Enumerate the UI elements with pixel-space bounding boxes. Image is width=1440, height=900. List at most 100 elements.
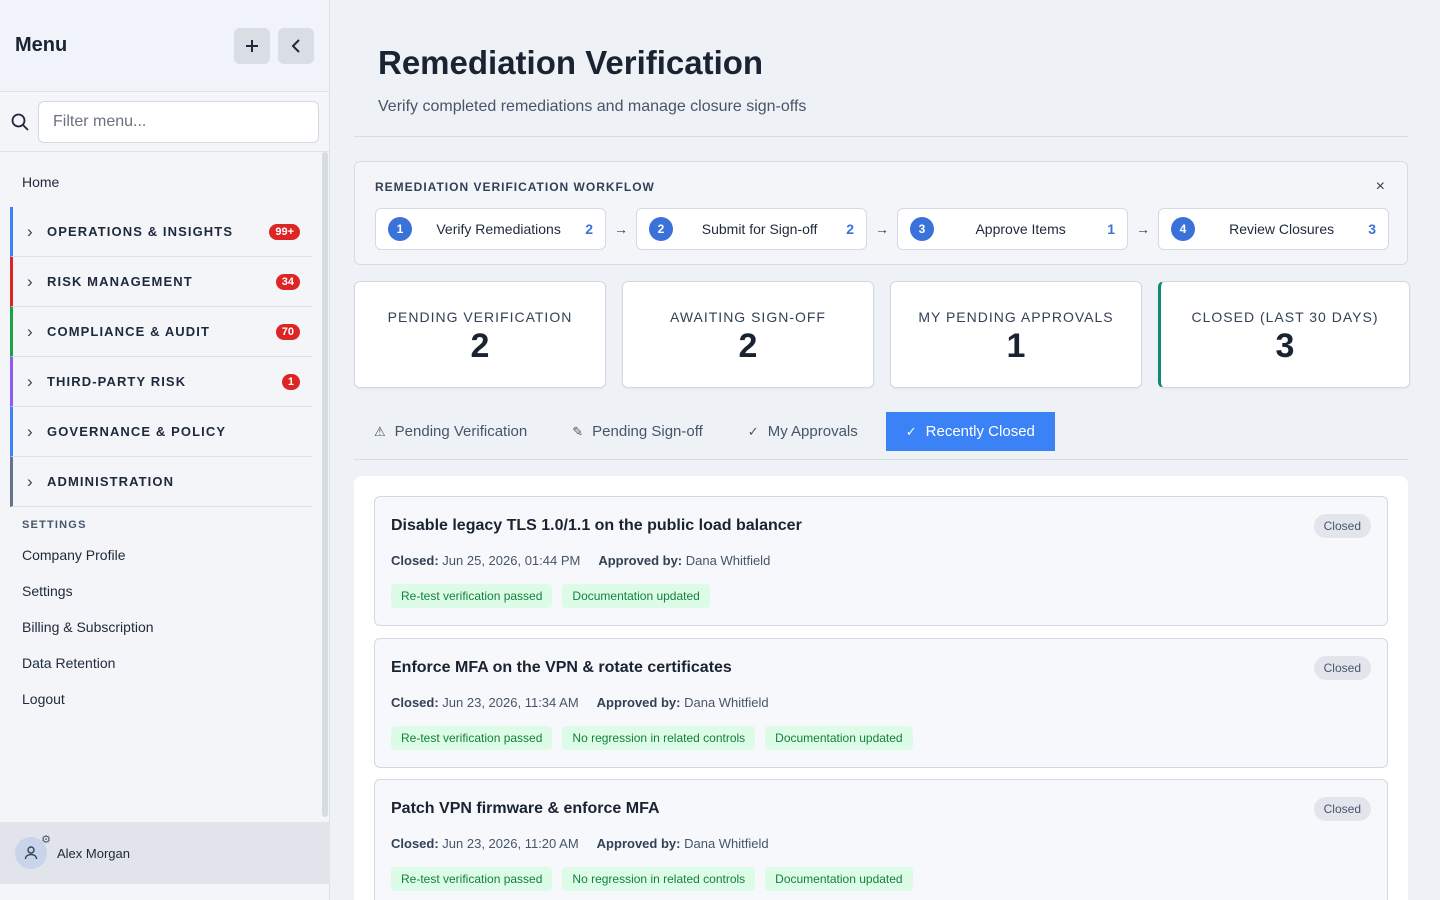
sidebar-title: Menu (15, 34, 68, 56)
closed-item-card[interactable]: Disable legacy TLS 1.0/1.1 on the public… (374, 496, 1388, 626)
tab-my-approvals[interactable]: ✓ My Approvals (728, 412, 878, 451)
verification-tag: Documentation updated (765, 867, 913, 891)
sidebar-item-home[interactable]: Home (0, 152, 330, 207)
check-icon: ✓ (747, 423, 759, 439)
verification-tag: No regression in related controls (562, 726, 756, 750)
item-meta: Closed: Jun 25, 2026, 01:44 PM Approved b… (391, 553, 770, 568)
sidebar-item-governance-policy[interactable]: › GOVERNANCE & POLICY (10, 407, 312, 457)
collapse-sidebar-button[interactable] (278, 27, 314, 64)
chevron-right-icon: › (27, 321, 33, 341)
settings-section-header: SETTINGS (22, 519, 87, 531)
chevron-right-icon: › (27, 271, 33, 291)
page-subtitle: Verify completed remediations and manage… (378, 98, 807, 115)
stat-value: 1 (1006, 327, 1026, 365)
tab-recently-closed[interactable]: ✓ Recently Closed (885, 412, 1055, 451)
pencil-icon: ✎ (572, 423, 584, 439)
sidebar-link-billing-subscription[interactable]: Billing & Subscription (0, 609, 330, 645)
tab-label: Recently Closed (925, 423, 1035, 440)
step-label: Verify Remediations (436, 221, 561, 237)
sidebar-item-third-party-risk[interactable]: › THIRD-PARTY RISK 1 (10, 357, 312, 407)
chevron-left-icon (291, 38, 300, 53)
step-number: 1 (388, 217, 412, 241)
status-badge: Closed (1313, 514, 1371, 538)
tab-pending-verification[interactable]: ⚠ Pending Verification (354, 412, 547, 451)
count-badge: 1 (281, 373, 300, 390)
sidebar-link-company-profile[interactable]: Company Profile (0, 537, 330, 573)
sidebar-item-risk-management[interactable]: › RISK MANAGEMENT 34 (10, 257, 312, 307)
plus-icon (246, 39, 258, 52)
warning-icon: ⚠ (374, 423, 386, 439)
add-button[interactable] (234, 27, 270, 64)
verification-tags: Re-test verification passed No regression… (391, 726, 923, 750)
item-title: Enforce MFA on the VPN & rotate certific… (391, 659, 732, 676)
filter-menu-input[interactable] (38, 100, 319, 143)
sidebar-item-administration[interactable]: › ADMINISTRATION (10, 457, 312, 507)
chevron-right-icon: › (27, 221, 33, 241)
closed-date: Jun 23, 2026, 11:34 AM (442, 695, 579, 710)
stat-card-closed-last-30-days[interactable]: CLOSED (LAST 30 DAYS) 3 (1158, 281, 1410, 388)
stat-card-my-pending-approvals[interactable]: MY PENDING APPROVALS 1 (890, 281, 1142, 388)
stat-value: 2 (470, 327, 490, 365)
closed-item-card[interactable]: Patch VPN firmware & enforce MFA Closed Cl… (374, 779, 1388, 900)
sidebar-item-operations-insights[interactable]: › OPERATIONS & INSIGHTS 99+ (10, 207, 312, 257)
sidebar-link-logout[interactable]: Logout (0, 681, 330, 717)
verification-tag: Documentation updated (765, 726, 913, 750)
tab-label: My Approvals (767, 423, 858, 440)
stat-value: 2 (738, 327, 758, 365)
step-count: 2 (846, 221, 854, 237)
tab-pending-sign-off[interactable]: ✎ Pending Sign-off (552, 412, 723, 451)
close-icon[interactable]: × (1376, 178, 1385, 196)
approved-label: Approved by: (598, 553, 683, 568)
item-meta: Closed: Jun 23, 2026, 11:34 AM Approved b… (391, 695, 769, 710)
stat-label: CLOSED (LAST 30 DAYS) (1191, 309, 1379, 325)
search-icon (11, 113, 29, 131)
count-badge: 34 (275, 273, 300, 290)
stat-cards: PENDING VERIFICATION 2 AWAITING SIGN-OFF 2 M… (354, 281, 1410, 388)
verification-tags: Re-test verification passed No regression… (391, 867, 923, 891)
tab-label: Pending Sign-off (592, 423, 703, 440)
step-label: Review Closures (1229, 221, 1335, 237)
approved-by: Dana Whitfield (684, 836, 769, 851)
closed-item-card[interactable]: Enforce MFA on the VPN & rotate certific… (374, 638, 1388, 768)
sidebar-item-compliance-audit[interactable]: › COMPLIANCE & AUDIT 70 (10, 307, 312, 357)
tab-bar: ⚠ Pending Verification ✎ Pending Sign-off ✓ M… (354, 412, 1408, 460)
user-profile[interactable]: ⚙ Alex Morgan (0, 822, 330, 884)
gear-icon[interactable]: ⚙ (41, 833, 51, 846)
stat-card-pending-verification[interactable]: PENDING VERIFICATION 2 (354, 281, 606, 388)
stat-label: PENDING VERIFICATION (387, 309, 573, 325)
arrow-right-icon: → (875, 221, 889, 237)
tab-label: Pending Verification (394, 423, 528, 440)
sidebar-link-settings[interactable]: Settings (0, 573, 330, 609)
step-count: 1 (1107, 221, 1115, 237)
closed-label: Closed: (391, 553, 439, 568)
chevron-right-icon: › (27, 471, 33, 491)
closed-date: Jun 25, 2026, 01:44 PM (442, 553, 581, 568)
workflow-panel: REMEDIATION VERIFICATION WORKFLOW × 1 Ver… (354, 161, 1408, 265)
sidebar: Menu Home › OPERATIONS & INSIGHTS 99+ › RISK… (0, 0, 330, 900)
step-label: Approve Items (975, 221, 1066, 237)
closed-date: Jun 23, 2026, 11:20 AM (442, 836, 579, 851)
workflow-step-3[interactable]: 3 Approve Items 1 (897, 208, 1128, 250)
check-icon: ✓ (905, 423, 917, 439)
step-number: 3 (910, 217, 934, 241)
workflow-step-1[interactable]: 1 Verify Remediations 2 (375, 208, 606, 250)
workflow-steps: 1 Verify Remediations 2 → 2 Submit for Sign-o… (375, 208, 1389, 250)
sidebar-link-data-retention[interactable]: Data Retention (0, 645, 330, 681)
verification-tag: Documentation updated (562, 584, 710, 608)
workflow-step-4[interactable]: 4 Review Closures 3 (1158, 208, 1389, 250)
workflow-step-2[interactable]: 2 Submit for Sign-off 2 (636, 208, 867, 250)
approved-by: Dana Whitfield (684, 695, 769, 710)
item-title: Disable legacy TLS 1.0/1.1 on the public… (391, 517, 802, 534)
stat-label: AWAITING SIGN-OFF (670, 309, 826, 325)
step-label: Submit for Sign-off (701, 221, 818, 237)
step-number: 2 (649, 217, 673, 241)
verification-tag: Re-test verification passed (391, 867, 553, 891)
user-name: Alex Morgan (57, 845, 130, 861)
page-title: Remediation Verification (378, 44, 764, 81)
verification-tag: Re-test verification passed (391, 726, 553, 750)
sidebar-scrollbar[interactable] (322, 152, 328, 817)
step-number: 4 (1171, 217, 1195, 241)
closed-items-panel: Disable legacy TLS 1.0/1.1 on the public… (354, 476, 1408, 900)
stat-card-awaiting-sign-off[interactable]: AWAITING SIGN-OFF 2 (622, 281, 874, 388)
status-badge: Closed (1313, 656, 1371, 680)
